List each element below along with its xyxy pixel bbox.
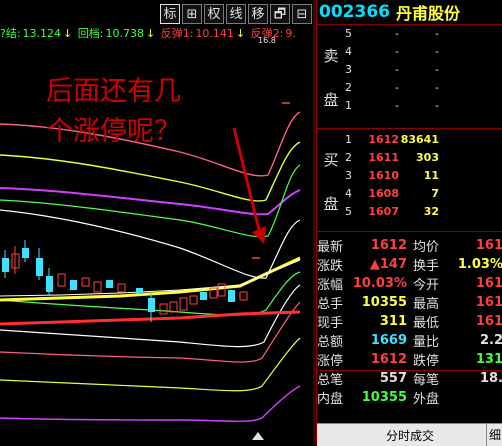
kline-drawing [0,0,315,445]
sell-row: 3-- [345,63,439,76]
buy-label-1: 买 [323,151,339,169]
stock-header: 002366 丹甫股份 [317,0,502,25]
band-lower-yellow [0,337,301,392]
scroll-marker-icon [252,432,264,440]
stat-row: 最新 1612 均价 161 [317,237,502,255]
stat-row: 涨幅 10.03% 今开 161 [317,275,502,293]
band-lower-magenta [0,385,301,422]
sell-row: 5-- [345,27,439,40]
stock-name: 丹甫股份 [395,4,460,23]
quote-stats: 最新 1612 均价 161 涨跌 ▲147 换手 1.03% 涨幅 10.03% 今开 161 … [317,236,502,422]
annotation-text: 后面还有几 个涨停呢？ [46,72,181,152]
stat-row: 涨停 1612 跌停 131 [317,351,502,369]
stat-row: 总额 1669 量比 2.2 [317,332,502,350]
buy-label-2: 盘 [323,195,339,213]
annotation-line-1: 后面还有几 [46,76,181,107]
sell-label-1: 卖 [323,47,339,65]
stat-row: 总笔 557 每笔 18. [317,370,502,388]
stat-row: 内盘 10355 外盘 [317,389,440,407]
ma-red [0,310,301,326]
price-tick-label: 16.8 [258,36,276,45]
sell-row: 4-- [345,45,439,58]
annotation-line-2: 个涨停呢？ [46,116,181,147]
detail-tab[interactable]: 细 [486,424,502,446]
stat-row: 涨跌 ▲147 换手 1.03% [317,256,502,274]
band-white [0,209,301,279]
buy-row: 4 1608 7 [345,187,439,200]
buy-row: 3 1610 11 [345,169,439,182]
quote-panel: 002366 丹甫股份 卖 盘 5-- 4-- 3-- 2-- 1-- 买 盘 … [316,0,502,446]
buy-row: 1 1612 83641 [345,133,439,146]
buy-row: 5 1607 32 [345,205,439,218]
sell-label-2: 盘 [323,91,339,109]
kline-chart-panel[interactable]: 标 ⊞ 权 线 移 🗗 ⊟ ?结: 13.124 ↓ 回档: 10.738 ↓ 反弹1:… [0,0,316,445]
stat-row: 总手 10355 最高 161 [317,294,502,312]
candles [2,240,248,322]
stock-code: 002366 [319,2,390,22]
buy-row: 2 1611 303 [345,151,439,164]
footer-bar: 分时成交 细 [317,423,502,446]
sell-row: 2-- [345,81,439,94]
stat-row: 现手 311 最低 161 [317,313,502,331]
order-book: 卖 盘 5-- 4-- 3-- 2-- 1-- 买 盘 1 1612 83641 2… [317,25,502,235]
sell-row: 1-- [345,99,439,112]
tick-trades-tab[interactable]: 分时成交 [386,427,434,444]
